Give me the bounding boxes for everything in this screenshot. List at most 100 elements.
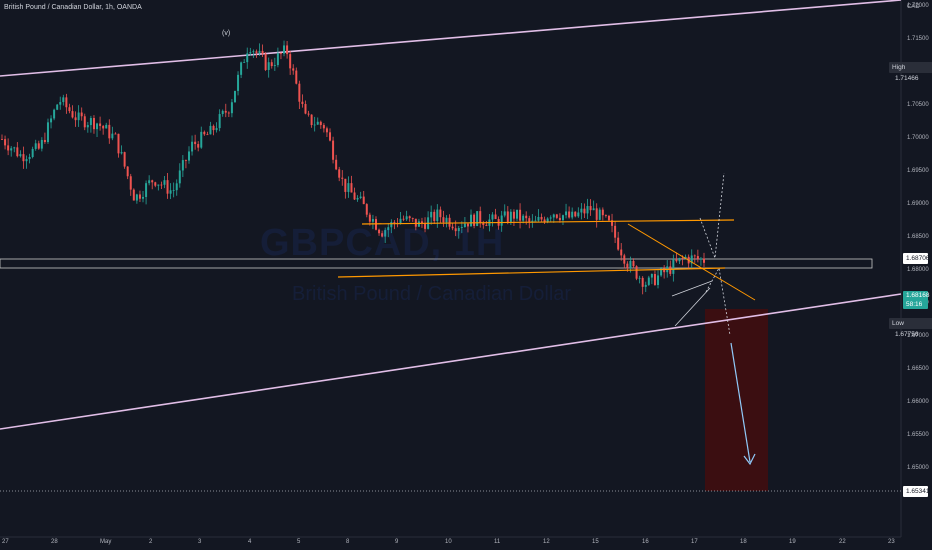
current-price-value: 1.68168	[906, 292, 930, 299]
candle-body	[537, 216, 540, 221]
candle-body	[516, 209, 519, 219]
candle-body	[65, 97, 68, 108]
candle-body	[638, 277, 641, 279]
candle-body	[96, 123, 99, 130]
candle-body	[246, 53, 249, 63]
candle-body	[108, 124, 111, 139]
candle-body	[163, 180, 166, 185]
candle-body	[301, 101, 304, 105]
time-tick-label: 10	[445, 539, 452, 545]
candle-body	[325, 128, 328, 133]
candle-body	[19, 154, 22, 157]
candle-body	[365, 204, 368, 215]
candle-body	[215, 128, 218, 131]
candle-body	[276, 53, 279, 66]
candle-body	[267, 62, 270, 70]
candle-body	[439, 209, 442, 218]
candle-body	[430, 211, 433, 218]
candle-body	[332, 140, 335, 160]
low-badge: Low 1.67756	[889, 318, 932, 338]
low-value: 1.67756	[895, 331, 919, 338]
candle-body	[678, 257, 681, 262]
candle-body	[92, 118, 95, 130]
candle-body	[528, 218, 531, 222]
candle-body	[154, 182, 157, 186]
chart-title: British Pound / Canadian Dollar, 1h, OAN…	[4, 4, 142, 11]
candle-body	[68, 107, 71, 112]
candle-body	[120, 152, 123, 154]
wave-label: (v)	[222, 30, 231, 37]
candle-body	[295, 70, 298, 84]
candle-body	[138, 194, 141, 199]
candle-body	[209, 125, 212, 135]
candle-body	[4, 139, 7, 146]
time-tick-label: 2	[149, 539, 153, 545]
candle-body	[86, 125, 89, 128]
candle-body	[10, 148, 13, 151]
candle-body	[197, 144, 200, 148]
candle-body	[62, 97, 65, 103]
time-tick-label: 9	[395, 539, 399, 545]
candle-body	[46, 122, 49, 143]
candle-body	[672, 259, 675, 274]
candle-body	[681, 257, 684, 259]
candle-body	[273, 65, 276, 67]
candle-body	[491, 214, 494, 220]
price-tick-label: 1.68000	[907, 267, 929, 273]
candle-body	[693, 255, 696, 257]
candle-body	[50, 118, 53, 123]
price-tick-label: 1.68500	[907, 234, 929, 240]
candle-body	[237, 74, 240, 91]
high-badge: High 1.71466	[889, 62, 932, 82]
chart-background	[0, 0, 932, 550]
candle-body	[319, 121, 322, 126]
candle-body	[206, 134, 209, 136]
candle-body	[53, 109, 56, 119]
candle-body	[595, 208, 598, 220]
candle-body	[509, 211, 512, 222]
candle-body	[653, 273, 656, 285]
candle-body	[304, 104, 307, 114]
candle-body	[644, 284, 647, 287]
candle-body	[601, 209, 604, 216]
candle-body	[270, 62, 273, 67]
candle-body	[240, 62, 243, 75]
high-label: High	[892, 64, 906, 71]
time-tick-label: 17	[691, 539, 698, 545]
current-price-time: 58:16	[906, 301, 923, 308]
high-value: 1.71466	[895, 75, 919, 82]
candle-body	[623, 255, 626, 264]
candle-body	[607, 215, 610, 221]
low-label: Low	[892, 320, 904, 327]
candle-body	[200, 131, 203, 148]
candle-body	[89, 118, 92, 126]
candle-body	[313, 124, 316, 126]
candle-body	[617, 237, 620, 250]
candle-body	[335, 159, 338, 170]
candle-body	[310, 114, 313, 126]
price-tick-label: 1.65000	[907, 465, 929, 471]
candle-body	[13, 147, 16, 149]
candle-body	[28, 157, 31, 160]
current-price-badge: 1.68168 58:16	[903, 291, 930, 309]
candle-body	[160, 184, 163, 186]
candle-body	[574, 211, 577, 217]
candle-body	[102, 125, 105, 129]
candle-body	[699, 258, 702, 260]
candle-body	[264, 53, 267, 70]
candle-body	[552, 214, 555, 218]
candle-body	[7, 145, 10, 151]
candle-body	[249, 52, 252, 54]
candle-body	[675, 259, 678, 262]
time-tick-label: 27	[2, 539, 9, 545]
price-chart[interactable]	[0, 0, 932, 550]
candle-body	[59, 102, 62, 105]
time-tick-label: 4	[248, 539, 252, 545]
candle-body	[43, 139, 46, 143]
candle-body	[703, 258, 705, 263]
candle-body	[129, 176, 132, 190]
candle-body	[359, 196, 362, 199]
candle-body	[166, 180, 169, 194]
candle-body	[540, 216, 543, 220]
candle-body	[561, 215, 564, 221]
